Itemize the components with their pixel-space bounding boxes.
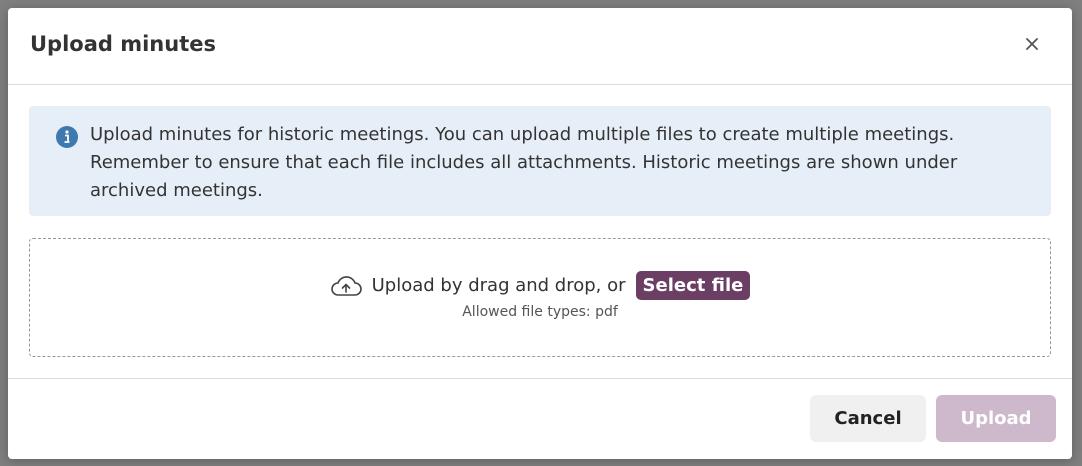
cancel-button[interactable]: Cancel: [810, 395, 926, 442]
upload-button[interactable]: Upload: [936, 395, 1056, 442]
select-file-button[interactable]: Select file: [635, 271, 751, 300]
allowed-file-types: Allowed file types: pdf: [462, 304, 618, 320]
dropzone-prompt: Upload by drag and drop, or: [371, 275, 626, 296]
cloud-upload-icon: [330, 275, 362, 296]
close-icon: [1026, 38, 1038, 50]
close-button[interactable]: [1020, 32, 1044, 56]
background-page: [0, 0, 8, 466]
info-text: Upload minutes for historic meetings. Yo…: [90, 124, 958, 201]
dialog-title: Upload minutes: [30, 32, 216, 56]
dialog-footer: Cancel Upload: [8, 378, 1072, 459]
file-dropzone[interactable]: Upload by drag and drop, or Select file …: [29, 238, 1051, 357]
dialog-header: Upload minutes: [8, 8, 1072, 85]
info-icon: [56, 126, 78, 148]
info-banner: Upload minutes for historic meetings. Yo…: [29, 106, 1051, 216]
upload-minutes-dialog: Upload minutes Upload minutes for histor…: [8, 8, 1072, 459]
dropzone-row: Upload by drag and drop, or Select file: [30, 271, 1050, 300]
